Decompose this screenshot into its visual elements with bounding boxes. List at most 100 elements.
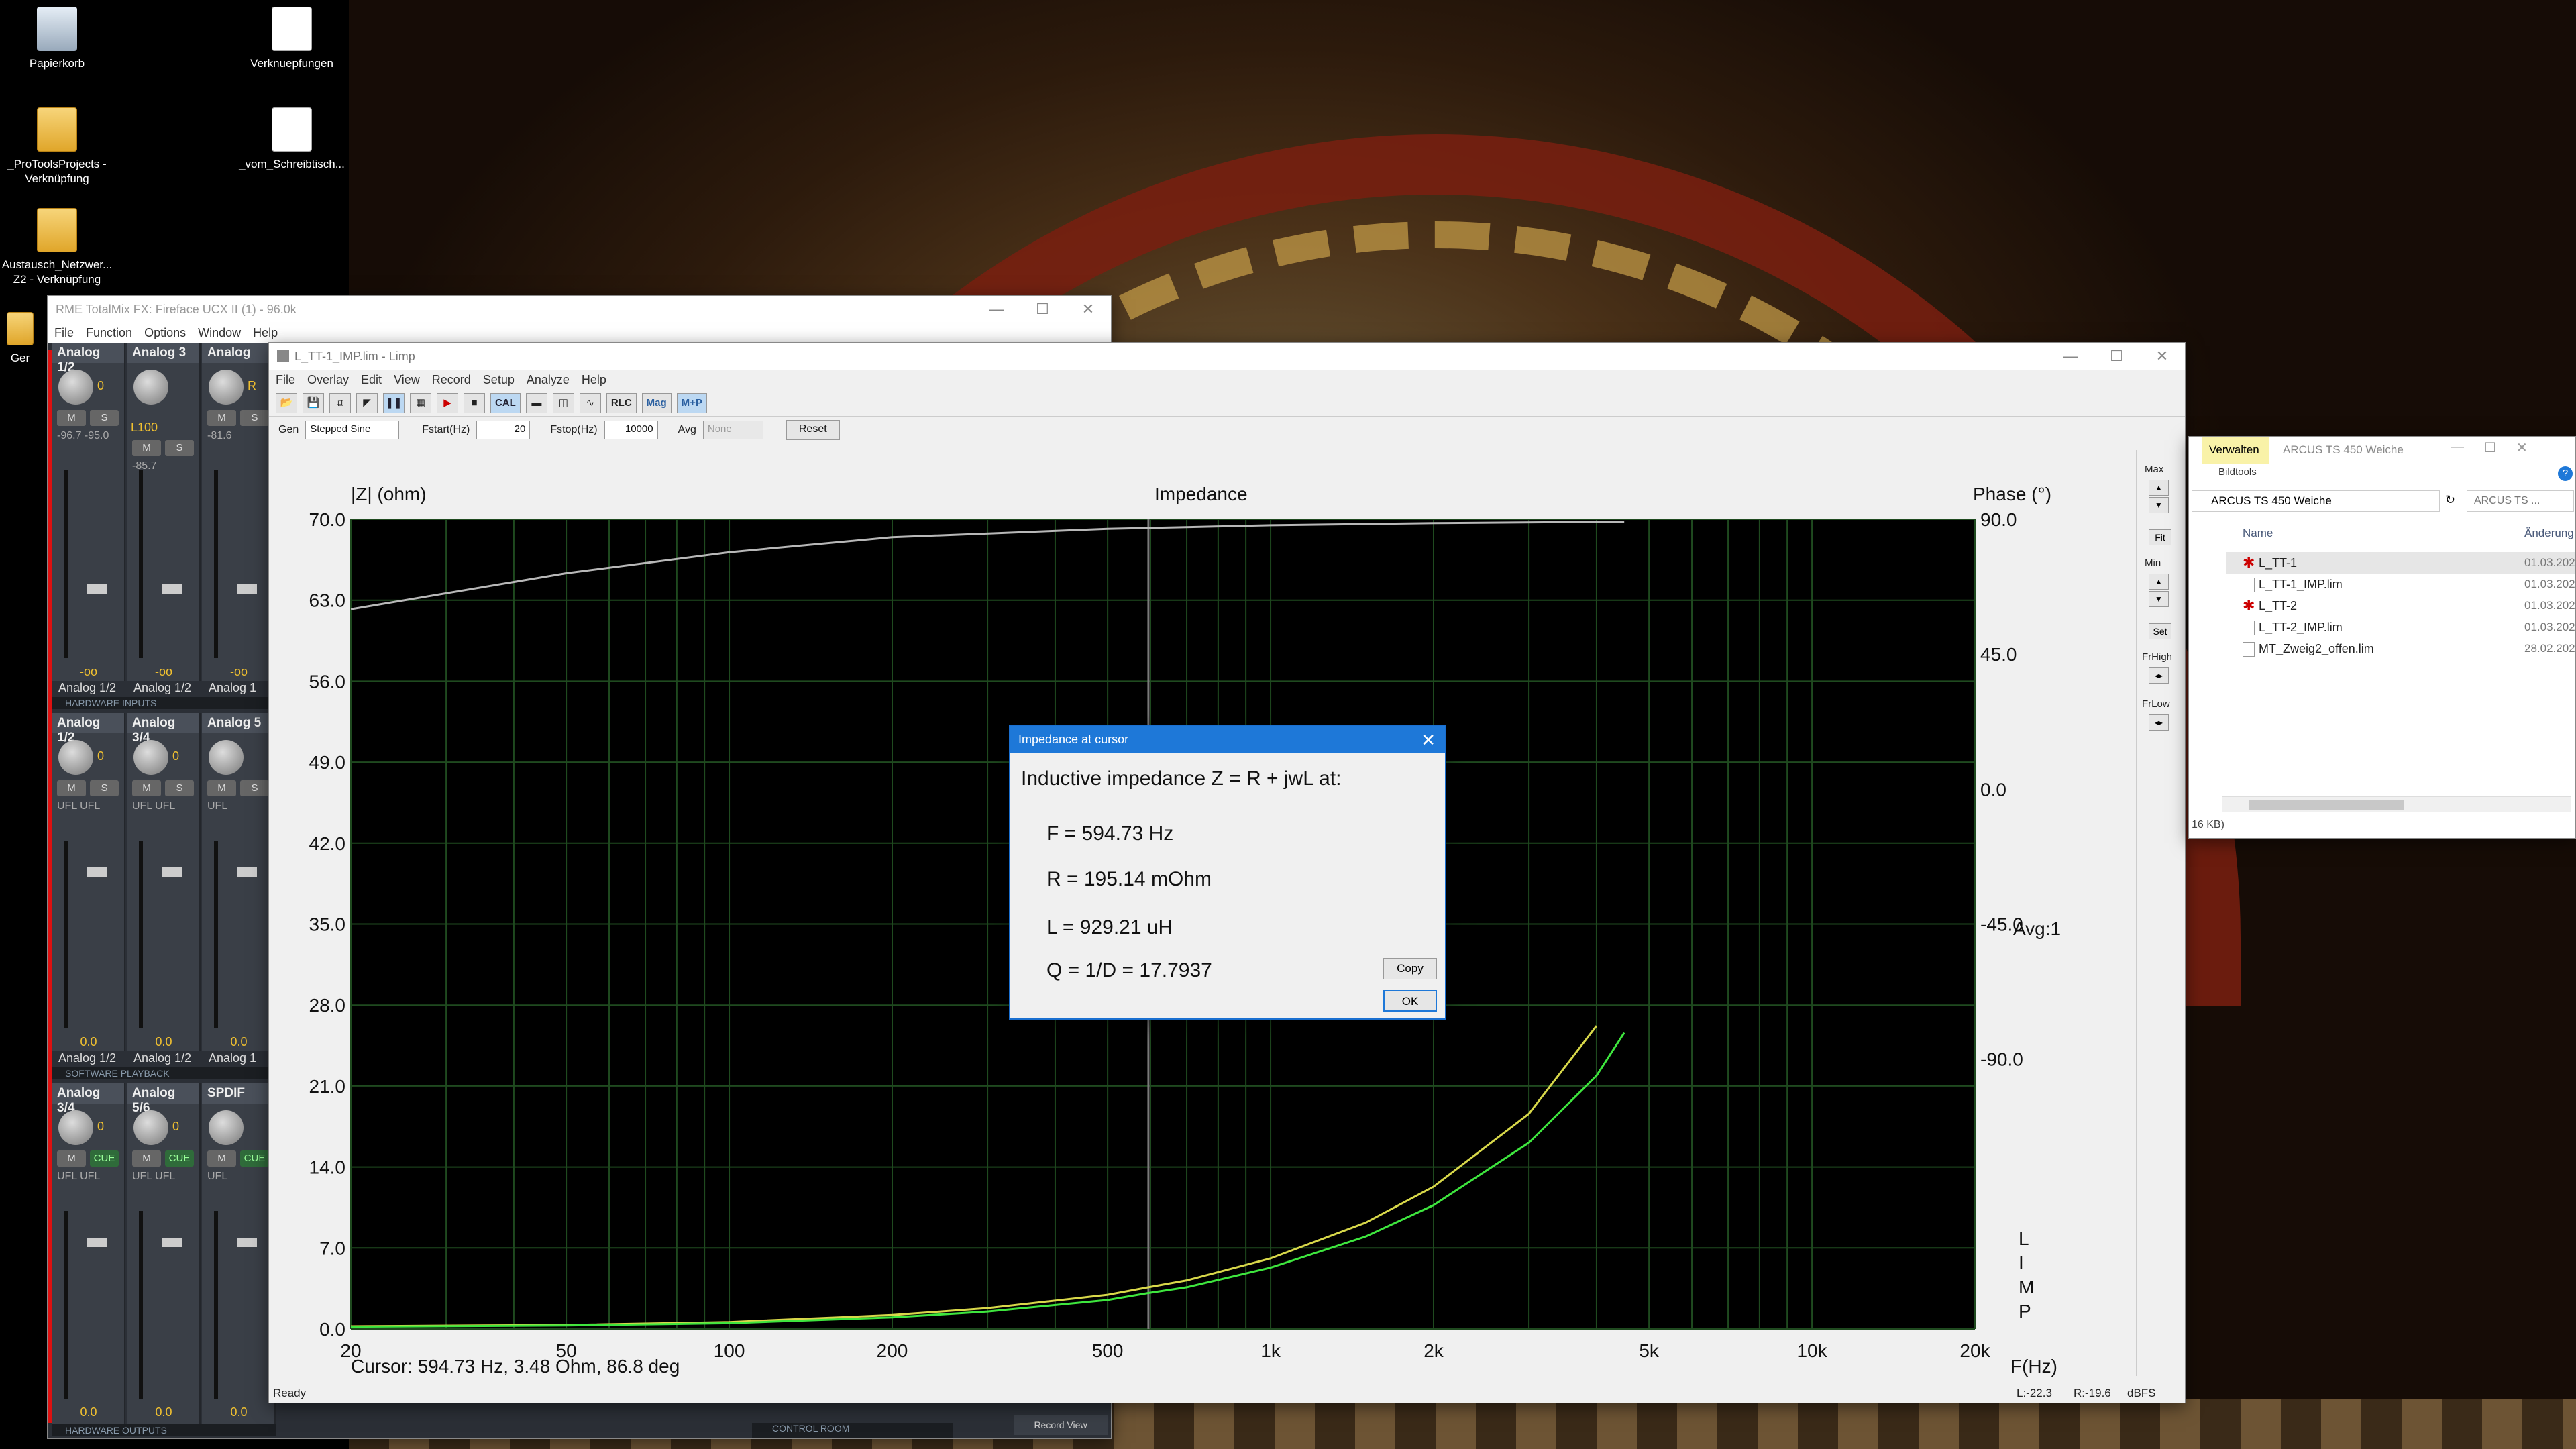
wave-icon[interactable]: ∿: [579, 392, 601, 413]
fader-cap[interactable]: [162, 584, 182, 594]
solo-button[interactable]: S: [240, 410, 269, 426]
solo-button[interactable]: S: [90, 780, 119, 796]
fader-cap[interactable]: [162, 867, 182, 877]
avg-select[interactable]: None: [702, 420, 763, 439]
solo-button[interactable]: S: [165, 780, 194, 796]
fader-cap[interactable]: [237, 867, 257, 877]
fader-cap[interactable]: [162, 1238, 182, 1247]
desktop-icon-austausch[interactable]: Austausch_Netzwer... Z2 - Verknüpfung: [0, 208, 114, 287]
volume-fader[interactable]: [214, 1211, 265, 1399]
minimize-icon[interactable]: —: [2048, 347, 2094, 365]
frhigh-buttons[interactable]: ◂▸: [2149, 667, 2169, 684]
set-button[interactable]: Set: [2149, 623, 2171, 639]
mute-button[interactable]: M: [57, 1150, 86, 1167]
menu-file[interactable]: File: [54, 326, 74, 340]
cue-button[interactable]: CUE: [165, 1150, 194, 1167]
ok-button[interactable]: OK: [1383, 990, 1437, 1012]
max-up-button[interactable]: ▲: [2149, 480, 2169, 496]
volume-fader[interactable]: [139, 1211, 190, 1399]
stop-icon[interactable]: ■: [464, 392, 485, 413]
record-icon[interactable]: ▶: [437, 392, 458, 413]
cursor-icon[interactable]: ◤: [356, 392, 378, 413]
volume-fader[interactable]: [214, 841, 265, 1028]
volume-fader[interactable]: [139, 470, 190, 658]
file-row[interactable]: L_TT-2_IMP.lim: [2243, 621, 2343, 636]
solo-button[interactable]: S: [165, 440, 194, 456]
monitor-icon[interactable]: ▬: [525, 392, 547, 413]
mute-button[interactable]: M: [57, 410, 86, 426]
channel-strip[interactable]: Analog 5/6 0 M CUE UFL UFL 0.0: [127, 1083, 201, 1436]
limp-titlebar[interactable]: L_TT-1_IMP.lim - Limp — ☐ ✕: [269, 343, 2185, 370]
mute-button[interactable]: M: [207, 1150, 236, 1167]
maximize-icon[interactable]: ☐: [2094, 347, 2139, 365]
menu-edit[interactable]: Edit: [361, 373, 382, 387]
cal-button[interactable]: CAL: [490, 392, 521, 413]
pan-knob[interactable]: [133, 740, 168, 775]
min-up-button[interactable]: ▲: [2149, 574, 2169, 590]
min-down-button[interactable]: ▼: [2149, 591, 2169, 607]
desktop-icon-verknuepfungen[interactable]: Verknuepfungen: [235, 7, 349, 71]
column-date[interactable]: Änderung: [2524, 527, 2574, 540]
minimize-icon[interactable]: —: [974, 301, 1020, 318]
volume-fader[interactable]: [139, 841, 190, 1028]
open-icon[interactable]: 📂: [276, 392, 297, 413]
search-input[interactable]: ARCUS TS ...: [2467, 490, 2574, 512]
copy-icon[interactable]: ⧉: [329, 392, 351, 413]
record-view-button[interactable]: Record View: [1014, 1415, 1108, 1435]
tab-bildtools[interactable]: Bildtools: [2218, 466, 2257, 478]
frlow-buttons[interactable]: ◂▸: [2149, 714, 2169, 731]
channel-strip[interactable]: Analog 1/2 0 M S -96.7 -95.0 -oo: [52, 343, 125, 696]
pan-knob[interactable]: [58, 370, 93, 405]
channel-strip[interactable]: Analog 5 M S UFL 0.0: [202, 713, 276, 1066]
pause-icon[interactable]: ❚❚: [383, 392, 405, 413]
volume-fader[interactable]: [64, 841, 115, 1028]
channel-strip[interactable]: Analog 3 L100 M S -85.7 -oo: [127, 343, 201, 696]
column-name[interactable]: Name: [2243, 527, 2273, 540]
refresh-icon[interactable]: ↻: [2445, 493, 2455, 507]
table-icon[interactable]: ▦: [410, 392, 431, 413]
help-icon[interactable]: ?: [2558, 466, 2573, 481]
fader-cap[interactable]: [237, 584, 257, 594]
solo-button[interactable]: S: [240, 780, 269, 796]
menu-file[interactable]: File: [276, 373, 295, 387]
fader-cap[interactable]: [87, 1238, 107, 1247]
file-explorer-window[interactable]: Verwalten ARCUS TS 450 Weiche — ☐ ✕ Bildto…: [2188, 436, 2576, 839]
channel-strip[interactable]: Analog 3/4 0 M CUE UFL UFL 0.0: [52, 1083, 125, 1436]
menu-options[interactable]: Options: [144, 326, 186, 340]
pan-knob[interactable]: [58, 740, 93, 775]
close-icon[interactable]: ✕: [1421, 730, 1436, 751]
pan-knob[interactable]: [133, 1110, 168, 1145]
channel-strip[interactable]: Analog 3/4 0 M S UFL UFL 0.0: [127, 713, 201, 1066]
pan-knob[interactable]: [209, 370, 244, 405]
horizontal-scrollbar[interactable]: [2222, 796, 2571, 812]
copy-button[interactable]: Copy: [1383, 958, 1437, 979]
pan-knob[interactable]: [209, 1110, 244, 1145]
fader-cap[interactable]: [87, 867, 107, 877]
rlc-button[interactable]: RLC: [606, 392, 637, 413]
channel-strip[interactable]: Analog R M S -81.6 -oo: [202, 343, 276, 696]
mute-button[interactable]: M: [57, 780, 86, 796]
cue-button[interactable]: CUE: [90, 1150, 119, 1167]
save-icon[interactable]: 💾: [303, 392, 324, 413]
minimize-icon[interactable]: —: [2451, 439, 2464, 456]
file-row[interactable]: L_TT-1_IMP.lim: [2243, 578, 2343, 593]
graph-icon[interactable]: ◫: [552, 392, 574, 413]
desktop-icon-vom-schreibtisch[interactable]: _vom_Schreibtisch...: [235, 107, 349, 172]
pan-knob[interactable]: [209, 740, 244, 775]
fader-cap[interactable]: [87, 584, 107, 594]
volume-fader[interactable]: [64, 470, 115, 658]
desktop-icon-recycle-bin[interactable]: Papierkorb: [0, 7, 114, 71]
solo-button[interactable]: S: [90, 410, 119, 426]
cue-button[interactable]: CUE: [240, 1150, 269, 1167]
fstop-input[interactable]: 10000: [604, 420, 658, 439]
tab-verwalten[interactable]: Verwalten: [2202, 437, 2269, 464]
volume-fader[interactable]: [64, 1211, 115, 1399]
channel-strip[interactable]: SPDIF M CUE UFL 0.0: [202, 1083, 276, 1436]
menu-help[interactable]: Help: [253, 326, 278, 340]
volume-fader[interactable]: [214, 470, 265, 658]
menu-function[interactable]: Function: [86, 326, 132, 340]
mute-button[interactable]: M: [132, 1150, 161, 1167]
reset-button[interactable]: Reset: [786, 419, 840, 440]
desktop-icon-protools[interactable]: _ProToolsProjects - Verknüpfung: [0, 107, 114, 186]
menu-record[interactable]: Record: [432, 373, 471, 387]
